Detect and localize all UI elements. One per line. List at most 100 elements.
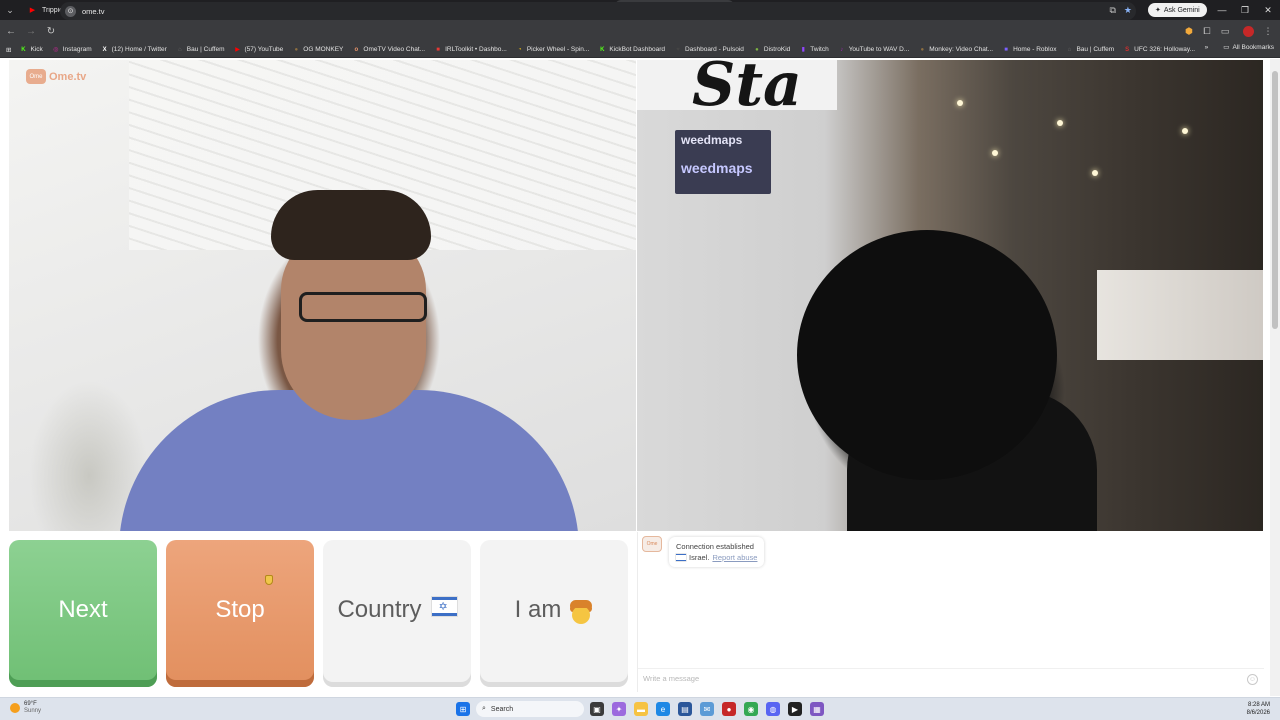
sun-icon (10, 703, 20, 713)
kitchen-counter (1097, 270, 1263, 360)
bookmark-favicon-icon: ■ (1004, 46, 1008, 53)
remote-person-hair (797, 230, 1057, 480)
bookmarks-bar: ⊞ K Kick ◎ Instagram X (12) Home / Twitter ⌂ Ba… (0, 42, 1280, 58)
bookmark-label: Home - Roblox (1013, 46, 1057, 53)
bookmark-label: Dashboard - Pulsoid (684, 46, 744, 53)
taskbar-search[interactable]: ⌕ Search (476, 701, 584, 717)
bookmark-item[interactable]: o OmeTV Video Chat... (352, 46, 426, 54)
bookmark-label: Monkey: Video Chat... (929, 46, 994, 53)
bookmark-item[interactable]: ■ Home - Roblox (1002, 46, 1056, 54)
bookmark-item[interactable]: K Kick (19, 46, 42, 54)
bookmark-star-icon[interactable]: ★ (1124, 5, 1132, 16)
search-icon: ⌕ (482, 705, 486, 712)
bookmark-item[interactable]: ■ IRLToolkit • Dashbo... (434, 46, 507, 54)
next-button[interactable]: Next (9, 540, 157, 687)
bookmark-item[interactable]: ◔ Picker Wheel - Spin... (516, 46, 589, 54)
edge-icon[interactable]: e (656, 702, 670, 716)
emoji-picker-icon[interactable]: ☺ (1247, 674, 1258, 685)
site-info-icon[interactable]: ⊙ (65, 5, 76, 17)
extensions-puzzle-icon[interactable]: ⧠ (1199, 23, 1215, 39)
remote-video: Sta weedmaps weedmaps (637, 60, 1263, 531)
system-clock[interactable]: 8:28 AM 8/6/2026 (1247, 701, 1270, 717)
chat-panel: Ome Connection established Israel. Repor… (637, 532, 1264, 692)
bookmark-label: Twitch (810, 46, 829, 53)
extension-icon[interactable]: ⬢ (1181, 23, 1197, 39)
bookmark-item[interactable]: ♥ Dashboard - Pulsoid (674, 46, 744, 54)
close-window-button[interactable]: ✕ (1256, 0, 1280, 20)
hand-cursor-icon (265, 575, 273, 585)
weather-condition: Sunny (24, 708, 42, 714)
copilot-icon[interactable]: ✦ (612, 702, 626, 716)
ask-gemini-label: Ask Gemini (1163, 6, 1200, 14)
install-app-icon[interactable]: ⧉ (1109, 5, 1115, 16)
taskbar-search-label: Search (490, 705, 514, 713)
country-button[interactable]: Country (323, 540, 471, 687)
address-bar[interactable]: ⊙ ome.tv ⧉ ★ (60, 2, 1136, 20)
bookmark-favicon-icon: ⌂ (1067, 46, 1072, 53)
country-button-label: Country (337, 595, 422, 623)
bookmark-favicon-icon: ⌂ (177, 46, 182, 53)
obs-icon[interactable]: ▶ (788, 702, 802, 716)
bookmark-item[interactable]: ⌂ Bau | Cuffem (1065, 46, 1115, 54)
next-button-label: Next (58, 595, 108, 623)
mail-icon[interactable]: ✉ (700, 702, 714, 716)
app-icon[interactable]: ● (722, 702, 736, 716)
partner-country: Israel. (689, 553, 710, 562)
bookmark-label: YouTube to WAV D... (848, 46, 910, 53)
ceiling-light (1182, 128, 1188, 134)
bookmark-item[interactable]: ▮ Twitch (799, 46, 829, 54)
bookmark-item[interactable]: ◎ Instagram (52, 46, 92, 54)
ometv-chat-logo: Ome (642, 536, 662, 552)
browser-menu-icon[interactable]: ⋮ (1260, 23, 1276, 39)
profile-avatar[interactable] (1240, 23, 1256, 39)
report-abuse-link[interactable]: Report abuse (712, 552, 757, 563)
bookmark-favicon-icon: X (102, 46, 107, 53)
minimize-button[interactable]: — (1210, 0, 1234, 20)
tab-search-icon[interactable]: ⌄ (0, 0, 20, 20)
file-explorer-icon[interactable]: ▬ (634, 702, 648, 716)
bookmark-favicon-icon: ▮ (801, 47, 805, 53)
sidebar-icon[interactable]: ▭ (1217, 23, 1233, 39)
weather-widget[interactable]: 69°F Sunny (10, 701, 41, 715)
bookmark-item[interactable]: K KickBot Dashboard (598, 46, 665, 54)
bookmark-item[interactable]: ⌂ Bau | Cuffem (176, 46, 225, 54)
bookmark-favicon-icon: ♥ (676, 46, 680, 53)
start-icon[interactable]: ⊞ (456, 702, 470, 716)
gender-button[interactable]: I am (480, 540, 628, 687)
bookmark-item[interactable]: ● DistroKid (753, 46, 790, 54)
ceiling-light (1092, 170, 1098, 176)
stop-button[interactable]: Stop (166, 540, 314, 687)
folder-icon: ▭ (1223, 44, 1230, 51)
bookmark-item[interactable]: ♪ YouTube to WAV D... (838, 46, 910, 54)
task-view-icon[interactable]: ▣ (590, 702, 604, 716)
discord-icon[interactable]: ◍ (766, 702, 780, 716)
apps-grid-icon[interactable]: ⊞ (6, 46, 11, 54)
weather-temp: 69°F (24, 701, 37, 707)
reload-button[interactable]: ↻ (42, 22, 60, 40)
ask-gemini-button[interactable]: ✦ Ask Gemini (1148, 3, 1207, 17)
forward-button[interactable]: → (22, 22, 40, 40)
back-button[interactable]: ← (2, 22, 20, 40)
ometv-logo[interactable]: Ome Ome.tv (26, 69, 86, 84)
app-grid-icon[interactable]: ▦ (810, 702, 824, 716)
scrollbar-thumb[interactable] (1272, 71, 1278, 329)
all-bookmarks-button[interactable]: » ▭ All Bookmarks (1205, 43, 1274, 52)
ceiling-light (992, 150, 998, 156)
message-input[interactable] (643, 674, 1233, 683)
bookmark-favicon-icon: o (354, 46, 359, 53)
bookmark-item[interactable]: ● OG MONKEY (292, 46, 343, 54)
youtube-icon: ▶ (29, 7, 36, 14)
store-icon[interactable]: ▤ (678, 702, 692, 716)
bookmark-favicon-icon: ● (294, 46, 299, 53)
israel-flag-icon (676, 554, 686, 561)
chevron-more-icon[interactable]: » (1205, 44, 1209, 51)
chrome-icon[interactable]: ◉ (744, 702, 758, 716)
restore-button[interactable]: ❐ (1233, 0, 1257, 20)
local-person-glasses (299, 292, 427, 322)
page-scrollbar[interactable] (1270, 59, 1280, 696)
local-video: Ome Ome.tv (9, 60, 636, 531)
bookmark-item[interactable]: ▶ (57) YouTube (234, 46, 283, 54)
bookmark-item[interactable]: S UFC 326: Holloway... (1123, 46, 1195, 54)
bookmark-item[interactable]: ● Monkey: Video Chat... (918, 46, 993, 54)
bookmark-item[interactable]: X (12) Home / Twitter (101, 46, 167, 54)
